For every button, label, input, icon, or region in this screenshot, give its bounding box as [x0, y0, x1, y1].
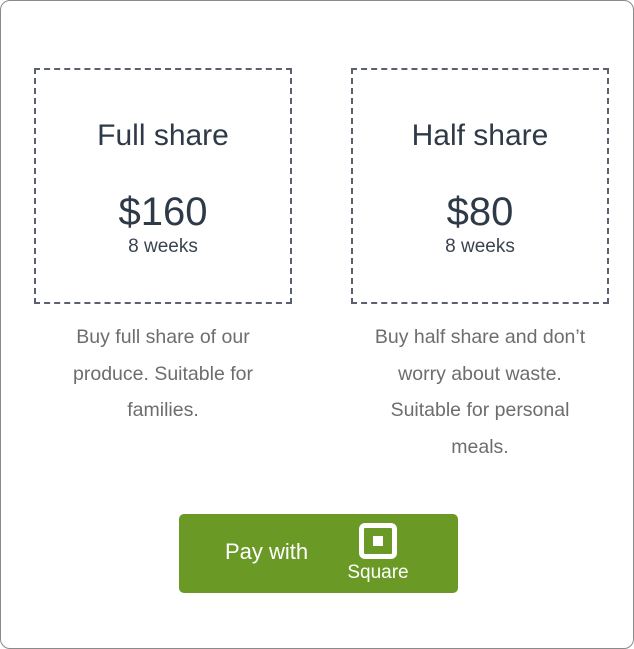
square-logo-icon [359, 523, 397, 559]
pay-button-label: Pay with [225, 539, 309, 564]
description-line: produce. Suitable for [73, 362, 253, 385]
plan-title: Half share [411, 119, 549, 152]
plan-price: $160 [118, 190, 208, 234]
description-line: Suitable for personal [390, 399, 570, 421]
description-line: worry about waste. [398, 362, 562, 385]
square-brand-label: Square [347, 562, 409, 583]
plan-title: Full share [97, 119, 229, 152]
pricing-panel: Full share $160 8 weeks Half share $80 8… [0, 0, 634, 649]
description-line: meals. [451, 435, 509, 458]
description-line: Buy full share of our [76, 326, 250, 348]
half-share-description: Buy half share and don’t worry about was… [351, 319, 609, 465]
full-share-card: Full share $160 8 weeks [34, 68, 292, 304]
half-share-card: Half share $80 8 weeks [351, 68, 609, 304]
plan-period: 8 weeks [128, 236, 198, 257]
plan-price: $80 [446, 190, 514, 234]
full-share-description: Buy full share of our produce. Suitable … [34, 319, 292, 429]
description-line: families. [127, 399, 199, 421]
description-line: Buy half share and don’t [374, 326, 586, 348]
pay-with-square-button[interactable]: Pay with Square [179, 514, 458, 593]
plan-period: 8 weeks [445, 236, 515, 257]
